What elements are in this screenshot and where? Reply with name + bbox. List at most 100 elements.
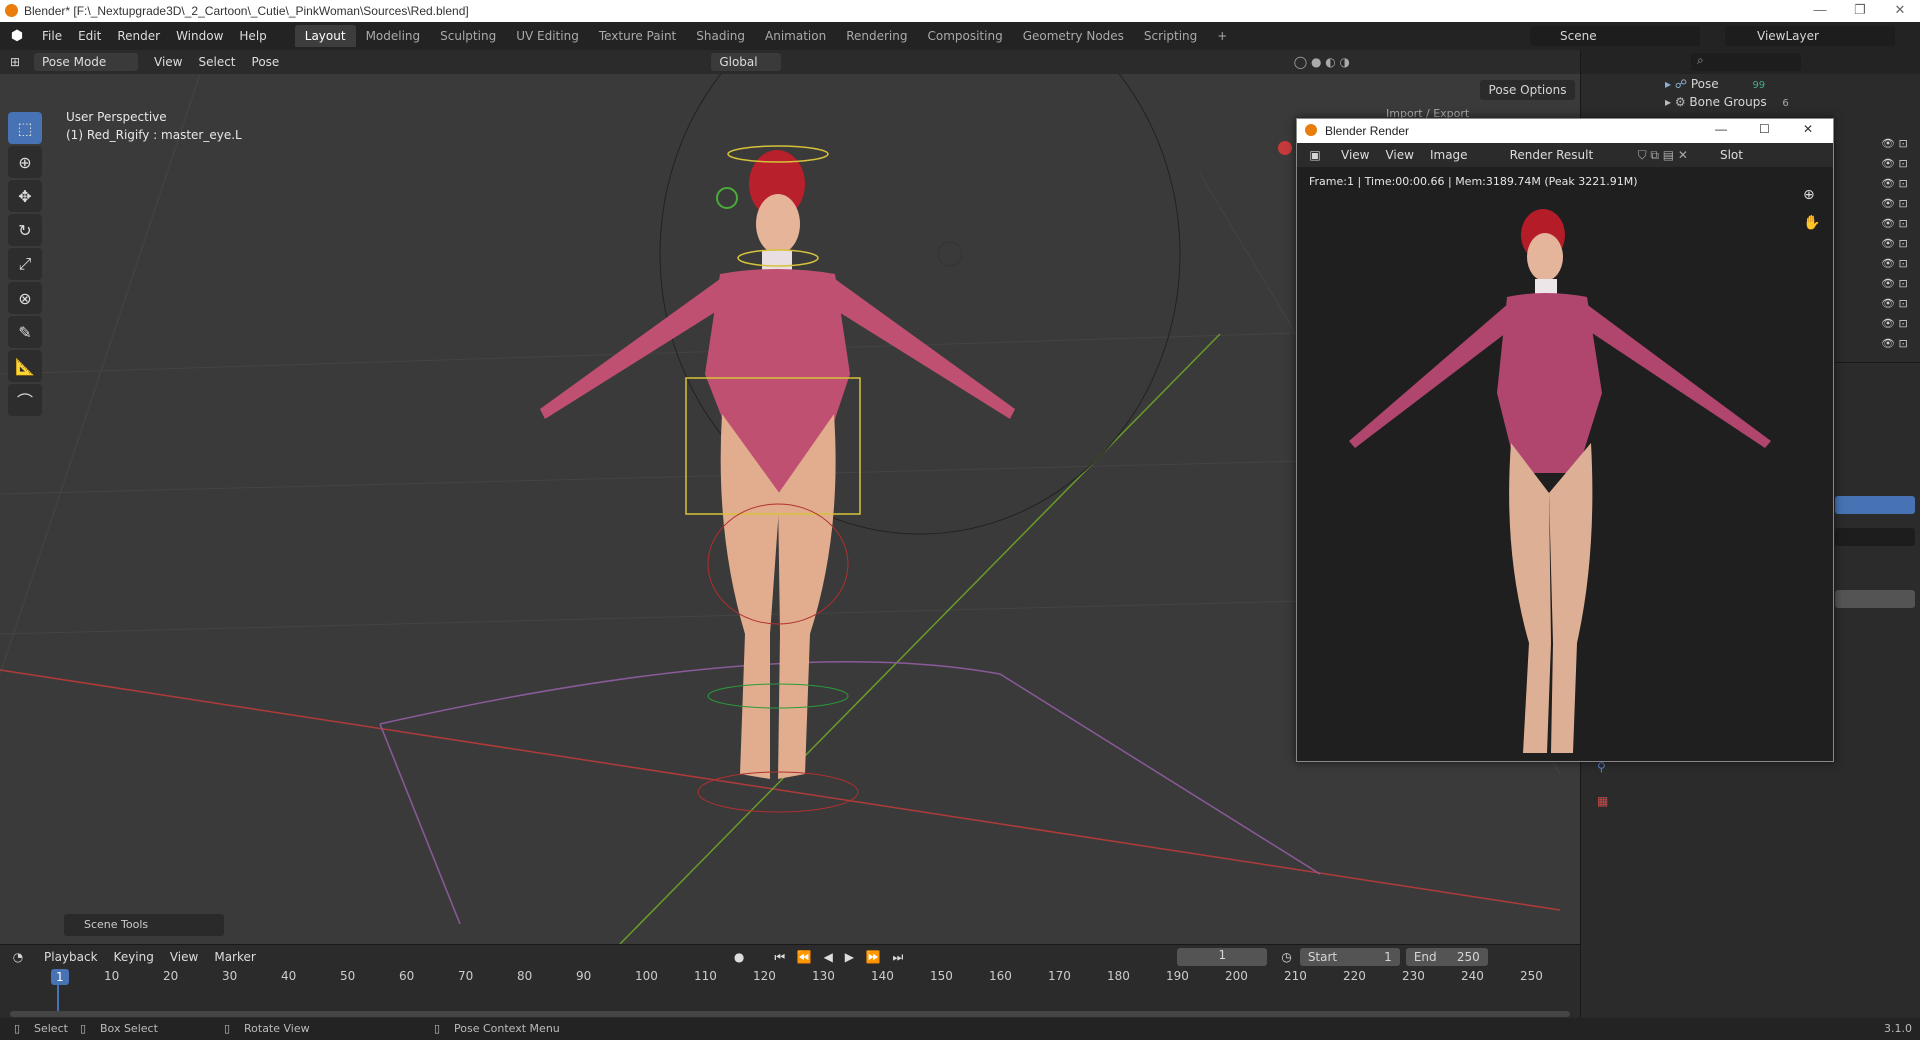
menu-select[interactable]: Select bbox=[190, 55, 243, 69]
tab-scripting[interactable]: Scripting bbox=[1134, 25, 1207, 47]
record-icon[interactable]: ● bbox=[734, 950, 744, 964]
render-maximize-icon[interactable]: ☐ bbox=[1759, 122, 1770, 136]
image-editor-type-icon[interactable]: ▣ bbox=[1297, 148, 1333, 162]
scene-tools-panel[interactable]: Scene Tools bbox=[64, 914, 224, 936]
render-close-icon[interactable]: ✕ bbox=[1803, 122, 1813, 136]
end-frame-field[interactable]: End 250 bbox=[1405, 948, 1488, 966]
tab-rendering[interactable]: Rendering bbox=[836, 25, 917, 47]
outliner-item-pose[interactable]: ▸ ☍ Pose 99 bbox=[1665, 77, 1765, 91]
mouse-right-icon: ▯ bbox=[434, 1022, 441, 1035]
transform-tool-icon[interactable]: ⊗ bbox=[8, 282, 42, 314]
status-bar: ▯ Select ▯ Box Select ▯ Rotate View ▯ Po… bbox=[0, 1018, 1920, 1040]
tab-geometry-nodes[interactable]: Geometry Nodes bbox=[1013, 25, 1134, 47]
tab-uv-editing[interactable]: UV Editing bbox=[506, 25, 589, 47]
start-frame-field[interactable]: Start 1 bbox=[1299, 948, 1400, 966]
render-image bbox=[1349, 209, 1771, 753]
editor-type-icon[interactable]: ⊞ bbox=[0, 55, 30, 69]
timeline-menu-view[interactable]: View bbox=[162, 950, 206, 964]
ruler-tick-label: 70 bbox=[458, 969, 474, 983]
current-frame-marker: 1 bbox=[51, 969, 69, 985]
timeline-scrollbar[interactable] bbox=[10, 1011, 1570, 1017]
playback-controls[interactable]: ⏮ ⏪ ◀ ▶ ⏩ ⏭ bbox=[774, 950, 907, 965]
render-menu-view[interactable]: View bbox=[1377, 148, 1421, 162]
bone-constraint-icon[interactable]: ⚲ bbox=[1597, 760, 1606, 774]
render-menu-image[interactable]: Image bbox=[1422, 148, 1476, 162]
mode-dropdown[interactable]: Pose Mode bbox=[34, 53, 138, 71]
active-property-field[interactable] bbox=[1835, 496, 1915, 514]
blender-logo-icon bbox=[5, 4, 18, 17]
top-menu-bar: ⬢ File Edit Render Window Help Layout Mo… bbox=[0, 22, 1920, 50]
ruler-tick-label: 50 bbox=[340, 969, 356, 983]
pose-options-button[interactable]: Pose Options bbox=[1480, 80, 1575, 100]
property-field[interactable] bbox=[1835, 528, 1915, 546]
view-layer-selector[interactable]: ViewLayer bbox=[1725, 26, 1895, 46]
ruler-tick-label: 150 bbox=[930, 969, 953, 983]
rotate-tool-icon[interactable]: ↻ bbox=[8, 214, 42, 246]
tab-shading[interactable]: Shading bbox=[686, 25, 755, 47]
status-box-select: Box Select bbox=[100, 1022, 158, 1035]
menu-edit[interactable]: Edit bbox=[70, 29, 109, 43]
close-icon[interactable]: ✕ bbox=[1880, 2, 1920, 18]
tab-layout[interactable]: Layout bbox=[294, 25, 356, 47]
ruler-tick-label: 200 bbox=[1225, 969, 1248, 983]
render-window-title: Blender Render bbox=[1325, 124, 1410, 138]
menu-file[interactable]: File bbox=[34, 29, 70, 43]
bone-groups-count-badge: 6 bbox=[1782, 98, 1789, 109]
search-icon: ⌕ bbox=[1697, 53, 1704, 67]
menu-window[interactable]: Window bbox=[168, 29, 231, 43]
add-workspace-button[interactable]: + bbox=[1207, 25, 1237, 47]
timeline-menu-marker[interactable]: Marker bbox=[206, 950, 263, 964]
visibility-toggles[interactable]: 👁 ⊡ 👁 ⊡ 👁 ⊡ 👁 ⊡ 👁 ⊡ 👁 ⊡ 👁 ⊡ 👁 ⊡ 👁 ⊡ 👁 ⊡ 👁 ⊡ bbox=[1881, 134, 1908, 354]
move-tool-icon[interactable]: ✥ bbox=[8, 180, 42, 212]
menu-help[interactable]: Help bbox=[231, 29, 274, 43]
current-frame-field[interactable]: 1 bbox=[1177, 948, 1268, 966]
select-box-tool-icon[interactable]: ⬚ bbox=[8, 112, 42, 144]
render-slot-dropdown[interactable]: Slot bbox=[1712, 148, 1751, 162]
blender-menu-icon[interactable]: ⬢ bbox=[0, 28, 34, 44]
timeline-menu-keying[interactable]: Keying bbox=[106, 950, 162, 964]
menu-pose[interactable]: Pose bbox=[244, 55, 288, 69]
measure-tool-icon[interactable]: 📐 bbox=[8, 350, 42, 382]
relax-pose-tool-icon[interactable]: ⌒ bbox=[8, 384, 42, 416]
menu-view[interactable]: View bbox=[146, 55, 190, 69]
blender-logo-icon bbox=[1305, 124, 1317, 136]
minimize-icon[interactable]: — bbox=[1800, 2, 1840, 17]
ruler-tick-label: 100 bbox=[635, 969, 658, 983]
ruler-tick-label: 170 bbox=[1048, 969, 1071, 983]
annotate-tool-icon[interactable]: ✎ bbox=[8, 316, 42, 348]
restore-icon[interactable]: ❐ bbox=[1840, 2, 1880, 18]
ruler-tick-label: 20 bbox=[163, 969, 179, 983]
ruler-tick-label: 30 bbox=[222, 969, 238, 983]
mouse-middle-icon: ▯ bbox=[224, 1022, 231, 1035]
ruler-tick-label: 10 bbox=[104, 969, 120, 983]
outliner-item-bone-groups[interactable]: ▸ ⚙ Bone Groups 6 bbox=[1665, 95, 1789, 109]
render-result-selector[interactable]: Render Result bbox=[1501, 146, 1626, 164]
orientation-dropdown[interactable]: Global bbox=[711, 53, 782, 71]
perspective-label: User Perspective bbox=[66, 110, 167, 124]
ruler-tick-label: 210 bbox=[1284, 969, 1307, 983]
timeline-editor-type-icon[interactable]: ◔ bbox=[0, 950, 36, 964]
ruler-tick-label: 80 bbox=[517, 969, 533, 983]
texture-icon[interactable]: ▦ bbox=[1597, 794, 1608, 808]
ruler-tick-label: 110 bbox=[694, 969, 717, 983]
tab-modeling[interactable]: Modeling bbox=[356, 25, 431, 47]
tab-compositing[interactable]: Compositing bbox=[917, 25, 1012, 47]
tab-sculpting[interactable]: Sculpting bbox=[430, 25, 506, 47]
ruler-tick-label: 240 bbox=[1461, 969, 1484, 983]
menu-render[interactable]: Render bbox=[109, 29, 168, 43]
outliner-search-input[interactable]: ⌕ bbox=[1691, 53, 1801, 71]
scene-selector[interactable]: Scene bbox=[1530, 26, 1700, 46]
shading-buttons[interactable]: ◯ ● ◐ ◑ bbox=[1294, 55, 1350, 69]
character-model bbox=[540, 150, 1015, 779]
tab-animation[interactable]: Animation bbox=[755, 25, 836, 47]
image-actions-icons[interactable]: ⛉ ⧉ ▤ ✕ bbox=[1638, 148, 1688, 163]
property-slider[interactable] bbox=[1835, 590, 1915, 608]
timeline-editor: ◔ Playback Keying View Marker ● ⏮ ⏪ ◀ ▶ … bbox=[0, 944, 1580, 1028]
tab-texture-paint[interactable]: Texture Paint bbox=[589, 25, 686, 47]
render-minimize-icon[interactable]: — bbox=[1715, 122, 1727, 136]
render-view-dropdown[interactable]: View bbox=[1333, 148, 1377, 162]
timeline-menu-playback[interactable]: Playback bbox=[36, 950, 106, 964]
scale-tool-icon[interactable]: ⤢ bbox=[8, 248, 42, 280]
render-window: Blender Render — ☐ ✕ ▣ View View Image R… bbox=[1296, 118, 1834, 762]
cursor-tool-icon[interactable]: ⊕ bbox=[8, 146, 42, 178]
